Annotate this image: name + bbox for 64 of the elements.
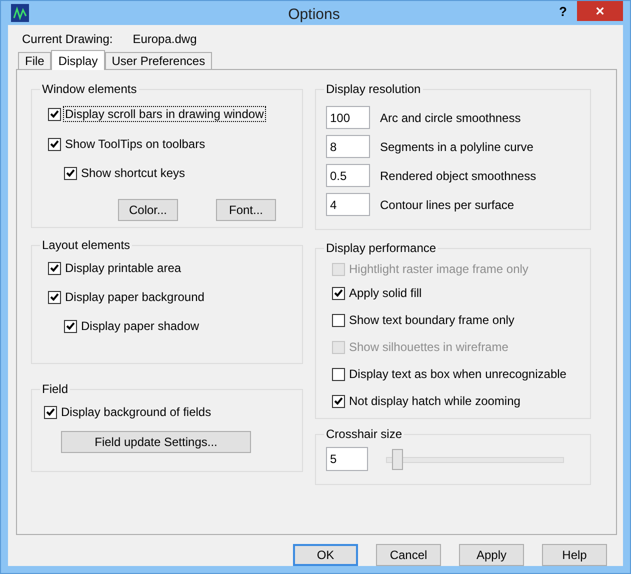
checkbox[interactable] [48,262,61,274]
checkbox[interactable] [48,290,61,304]
checkbox-label[interactable]: Display scroll bars in drawing window [64,107,265,121]
current-drawing-label: Current Drawing: [22,32,113,46]
field-label: Contour lines per surface [380,198,514,212]
checkmark-icon [66,169,75,177]
checkbox-label[interactable]: Show ToolTips on toolbars [64,137,206,151]
push-button[interactable]: Font... [216,199,276,221]
checkmark-icon [46,408,55,416]
checkbox[interactable] [332,286,345,300]
field-update-settings-button[interactable]: Field update Settings... [61,431,251,453]
checkbox-label[interactable]: Display paper shadow [80,319,200,333]
checkbox[interactable] [332,394,345,408]
number-field[interactable]: 100 [326,106,370,129]
window-title: Options [287,4,340,22]
checkmark-icon [50,110,59,118]
checkmark-icon [334,289,343,297]
checkmark-icon [66,322,75,330]
checkbox-label[interactable]: Display paper background [64,290,206,304]
crosshair-size-field[interactable]: 5 [326,447,368,471]
number-field[interactable]: 8 [326,135,370,158]
tab[interactable]: User Preferences [104,52,212,69]
checkbox-label[interactable]: Display text as box when unrecognizable [348,367,568,381]
checkmark-icon [50,140,59,148]
checkbox[interactable] [48,108,61,120]
checkbox-label[interactable]: Apply solid fill [348,286,423,300]
checkmark-icon [50,293,59,301]
close-button[interactable]: × [576,1,623,21]
checkbox-label[interactable]: Display printable area [64,261,182,275]
checkbox-label[interactable]: Show shortcut keys [80,166,186,180]
dialog-button[interactable]: Apply [459,544,524,566]
checkbox-label[interactable]: Not display hatch while zooming [348,394,522,408]
slider[interactable] [386,448,564,470]
group-title: Layout elements [41,238,132,252]
checkmark-icon [50,264,59,272]
dialog-button[interactable]: Cancel [376,544,441,566]
dialog-button[interactable]: Help [542,544,607,566]
group-title: Display performance [325,241,438,255]
checkmark-icon [334,397,343,405]
group-title: Field [41,382,70,396]
checkbox[interactable] [44,406,57,418]
checkbox-label[interactable]: Show text boundary frame only [348,313,516,327]
push-button[interactable]: Color... [118,199,178,221]
field-label: Arc and circle smoothness [380,110,521,124]
group-title: Crosshair size [325,427,404,441]
number-field[interactable]: 4 [326,193,370,216]
slider-thumb[interactable] [392,448,403,470]
tab[interactable]: File [18,52,52,69]
field-label: Segments in a polyline curve [380,140,534,154]
app-icon [11,4,29,22]
dialog-button[interactable]: OK [293,544,358,566]
group-title: Window elements [41,82,138,96]
number-field[interactable]: 0.5 [326,164,370,187]
checkbox[interactable] [64,320,77,332]
checkbox[interactable] [48,138,61,150]
field-label: Rendered object smoothness [380,168,536,182]
checkbox[interactable] [64,166,77,180]
checkbox[interactable] [332,314,345,326]
current-drawing-name: Europa.dwg [132,32,197,46]
checkbox[interactable] [332,368,345,380]
help-button[interactable]: ? [548,1,577,21]
checkbox-label[interactable]: Display background of fields [60,405,212,419]
tab[interactable]: Display [51,50,105,70]
group-title: Display resolution [325,82,422,96]
